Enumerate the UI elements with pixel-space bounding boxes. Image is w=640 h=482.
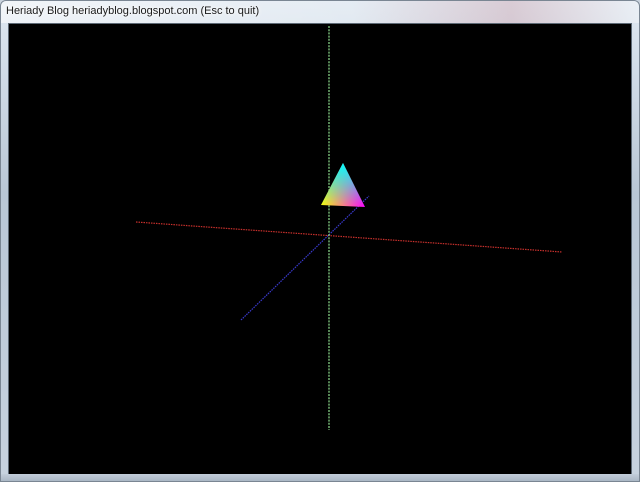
z-axis-line: [240, 195, 370, 321]
render-viewport[interactable]: [8, 23, 632, 476]
color-triangle: [321, 163, 365, 207]
title-bar[interactable]: Heriady Blog heriadyblog.blogspot.com (E…: [1, 1, 639, 23]
x-axis-line: [135, 221, 563, 253]
scene-3d: [135, 26, 563, 430]
app-window: Heriady Blog heriadyblog.blogspot.com (E…: [0, 0, 640, 482]
window-bottom-border: [1, 474, 639, 481]
window-title: Heriady Blog heriadyblog.blogspot.com (E…: [6, 5, 260, 17]
